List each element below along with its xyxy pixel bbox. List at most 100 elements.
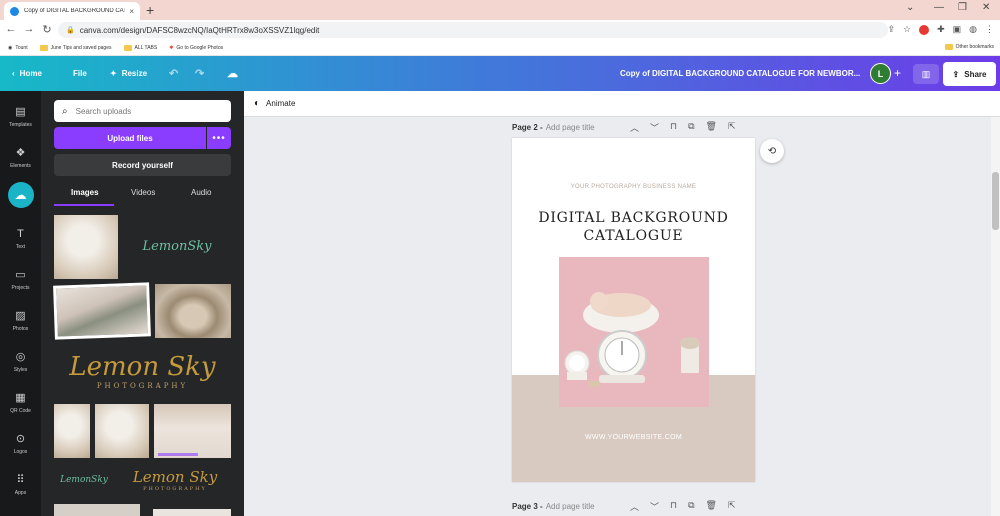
- catalogue-title[interactable]: DIGITAL BACKGROUND CATALOGUE: [512, 209, 755, 245]
- upload-cloud-icon: ☁: [7, 182, 34, 208]
- browser-tab-title: Copy of DIGITAL BACKGROUND CATALOGUE FOR: [24, 8, 126, 14]
- upload-thumbnail[interactable]: [153, 509, 231, 516]
- page-3-header: Page 3 - Add page title: [512, 498, 595, 514]
- more-options-button[interactable]: •••: [207, 127, 231, 149]
- record-yourself-button[interactable]: Record yourself: [54, 154, 231, 176]
- rail-item-qr-code[interactable]: ▦ QR Code: [0, 383, 41, 423]
- upload-thumbnail[interactable]: [54, 404, 90, 458]
- upload-files-button[interactable]: Upload files: [54, 127, 206, 149]
- resize-button[interactable]: ✦ Resize: [110, 56, 147, 91]
- cloud-saved-icon[interactable]: ☁: [227, 56, 238, 91]
- minimize-icon[interactable]: —: [934, 2, 944, 13]
- scrollbar-thumb[interactable]: [992, 172, 999, 230]
- rail-item-templates[interactable]: ▤ Templates: [0, 97, 41, 137]
- website-text[interactable]: WWW.YOURWEBSITE.COM: [512, 434, 755, 441]
- lock-icon[interactable]: ⊓: [670, 121, 677, 134]
- page-3-title-input[interactable]: Add page title: [546, 502, 595, 511]
- bookmarks-bar: ◉ Tount June Tips and saved pages ALL TAB…: [0, 40, 1000, 56]
- lock-icon[interactable]: ⊓: [670, 500, 677, 513]
- google-photos-icon: ✱: [169, 44, 174, 51]
- insights-chart-icon[interactable]: ▥: [913, 64, 939, 84]
- extensions-puzzle-icon[interactable]: ✚: [937, 24, 945, 35]
- move-down-icon[interactable]: ﹀: [650, 500, 659, 513]
- move-up-icon[interactable]: ︿: [630, 500, 639, 513]
- regenerate-icon[interactable]: ⟲: [760, 139, 784, 163]
- forward-arrow-icon[interactable]: →: [20, 23, 38, 35]
- qr-code-icon: ▦: [15, 391, 26, 404]
- rail-item-styles[interactable]: ◎ Styles: [0, 342, 41, 382]
- url-text: canva.com/design/DAFSC8wzcNQ/IaQtHRTrx8w…: [79, 25, 320, 35]
- move-up-icon[interactable]: ︿: [630, 121, 639, 134]
- rail-item-elements[interactable]: ❖ Elements: [0, 138, 41, 178]
- upload-thumbnail[interactable]: [155, 284, 231, 338]
- home-button[interactable]: ‹ Home: [12, 56, 42, 91]
- url-field[interactable]: 🔒 canva.com/design/DAFSC8wzcNQ/IaQtHRTrx…: [58, 22, 888, 38]
- reload-icon[interactable]: ↻: [38, 23, 56, 36]
- upload-thumbnail[interactable]: LemonSky: [54, 464, 114, 496]
- search-input[interactable]: [75, 106, 216, 116]
- folder-icon: [39, 44, 48, 51]
- share-button[interactable]: ⇪ Share: [943, 62, 996, 86]
- business-name-text[interactable]: YOUR PHOTOGRAPHY BUSINESS NAME: [512, 184, 755, 190]
- bookmark-item[interactable]: ✱ Go to Google Photos: [169, 45, 223, 51]
- menu-kebab-icon[interactable]: ⋮: [985, 24, 994, 35]
- trash-icon[interactable]: 🗑: [706, 500, 717, 513]
- upload-thumbnail[interactable]: LemonSky: [137, 223, 217, 269]
- upload-thumbnail[interactable]: [95, 404, 149, 458]
- sidebar-icon[interactable]: ▣: [953, 24, 962, 35]
- upload-thumbnail[interactable]: [154, 404, 231, 458]
- redo-icon[interactable]: ↷: [195, 56, 204, 91]
- undo-icon[interactable]: ↶: [169, 56, 178, 91]
- new-tab-button[interactable]: +: [146, 2, 154, 18]
- profile-icon[interactable]: ◍: [969, 24, 977, 35]
- other-bookmarks[interactable]: Other bookmarks: [944, 44, 994, 50]
- tab-audio[interactable]: Audio: [191, 188, 211, 197]
- add-page-icon[interactable]: ⇱: [728, 121, 736, 134]
- design-page[interactable]: YOUR PHOTOGRAPHY BUSINESS NAME DIGITAL B…: [512, 138, 755, 482]
- bookmark-item[interactable]: ◉ Tount: [8, 45, 28, 51]
- search-box[interactable]: ⌕: [54, 100, 231, 122]
- newborn-scale-photo[interactable]: [559, 257, 709, 407]
- logos-icon: ⊙: [15, 432, 26, 445]
- restore-icon[interactable]: ❐: [958, 2, 967, 13]
- address-bar-row: ← → ↻ 🔒 canva.com/design/DAFSC8wzcNQ/IaQ…: [0, 20, 1000, 40]
- tab-close-icon[interactable]: ×: [129, 7, 134, 16]
- close-window-icon[interactable]: ✕: [982, 2, 990, 13]
- upload-thumbnail[interactable]: Lemon Sky PHOTOGRAPHY: [119, 461, 231, 499]
- share-page-icon[interactable]: ⇪: [887, 24, 895, 35]
- browser-toolbar-icons: ⇪ ☆ ✚ ▣ ◍ ⋮: [887, 24, 994, 35]
- rail-item-uploads[interactable]: ☁: [0, 175, 41, 215]
- duplicate-icon[interactable]: ⧉: [688, 500, 694, 513]
- rail-item-logos[interactable]: ⊙ Logos: [0, 424, 41, 464]
- upload-thumbnail[interactable]: [54, 215, 118, 279]
- rail-item-photos[interactable]: ▨ Photos: [0, 301, 41, 341]
- upload-thumbnail[interactable]: [54, 504, 140, 516]
- upload-thumbnail[interactable]: [53, 282, 151, 340]
- chevron-down-icon[interactable]: ⌄: [906, 2, 914, 13]
- browser-tab[interactable]: Copy of DIGITAL BACKGROUND CATALOGUE FOR…: [4, 2, 140, 20]
- bookmark-star-icon[interactable]: ☆: [903, 24, 911, 35]
- bookmark-item[interactable]: June Tips and saved pages: [39, 44, 112, 51]
- tab-videos[interactable]: Videos: [131, 188, 155, 197]
- rail-item-apps[interactable]: ⠿ Apps: [0, 465, 41, 505]
- design-title[interactable]: Copy of DIGITAL BACKGROUND CATALOGUE FOR…: [620, 56, 860, 91]
- page-2-title-input[interactable]: Add page title: [546, 123, 595, 132]
- rail-item-text[interactable]: T Text: [0, 219, 41, 259]
- side-rail: ▤ Templates ❖ Elements ☁ T Text ▭ Projects ▨…: [0, 91, 41, 516]
- animate-button[interactable]: Animate: [266, 99, 295, 108]
- upload-progress-bar: [158, 453, 198, 456]
- file-menu-button[interactable]: File: [73, 56, 87, 91]
- back-arrow-icon[interactable]: ←: [2, 23, 20, 35]
- move-down-icon[interactable]: ﹀: [650, 121, 659, 134]
- rail-item-projects[interactable]: ▭ Projects: [0, 260, 41, 300]
- trash-icon[interactable]: 🗑: [706, 121, 717, 134]
- apps-icon: ⠿: [16, 473, 25, 486]
- tab-images[interactable]: Images: [71, 188, 99, 197]
- add-page-icon[interactable]: ⇱: [728, 500, 736, 513]
- bookmark-item[interactable]: ALL TABS: [123, 44, 157, 51]
- extension-red-icon[interactable]: [919, 24, 930, 35]
- avatar[interactable]: L: [870, 63, 891, 84]
- add-collaborator-icon[interactable]: +: [894, 66, 901, 80]
- upload-thumbnail[interactable]: Lemon Sky PHOTOGRAPHY: [54, 343, 231, 399]
- duplicate-icon[interactable]: ⧉: [688, 121, 694, 134]
